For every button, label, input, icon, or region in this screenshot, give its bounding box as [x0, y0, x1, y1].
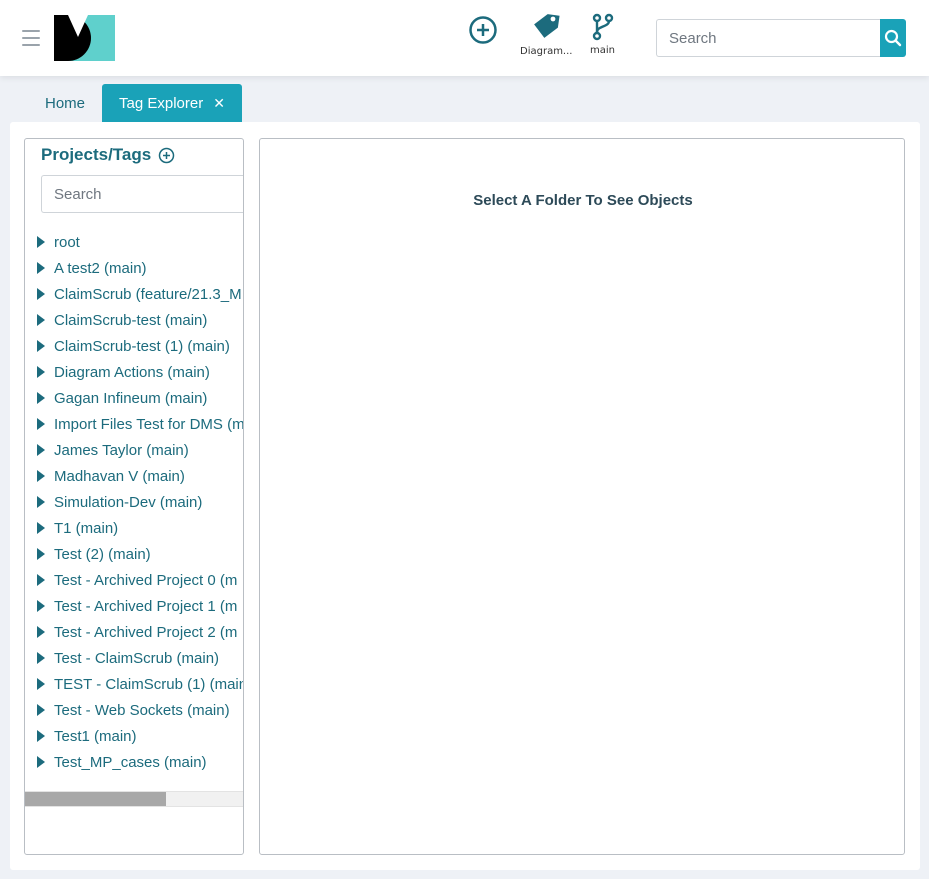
tree-item[interactable]: Diagram Actions (main): [37, 359, 243, 385]
tree-item-label: Test - Archived Project 1 (m: [54, 597, 238, 615]
tree-item-label: T1 (main): [54, 519, 119, 537]
tree-item[interactable]: Madhavan V (main): [37, 463, 243, 489]
tree-item-label: Diagram Actions (main): [54, 363, 210, 381]
tree-item[interactable]: Test - Archived Project 0 (m: [37, 567, 243, 593]
branch-button[interactable]: main: [590, 13, 615, 56]
diagram-label: Diagram...: [520, 46, 573, 57]
add-new-button[interactable]: [468, 15, 498, 45]
project-tree: root A test2 (main) ClaimScrub (feature/21…: [37, 229, 244, 775]
expand-caret-icon[interactable]: [37, 652, 45, 664]
tree-item-label: A test2 (main): [54, 259, 147, 277]
tree-item[interactable]: Test - Web Sockets (main): [37, 697, 243, 723]
expand-caret-icon[interactable]: [37, 756, 45, 768]
tree-item-label: Test - Web Sockets (main): [54, 701, 230, 719]
tree-item-label: Test1 (main): [54, 727, 137, 745]
tree-item[interactable]: TEST - ClaimScrub (1) (main: [37, 671, 244, 697]
expand-caret-icon[interactable]: [37, 288, 45, 300]
tree-item-label: Test - ClaimScrub (main): [54, 649, 220, 667]
tab-home-label: Home: [45, 94, 86, 112]
global-search-input[interactable]: [656, 19, 880, 57]
tab-home[interactable]: Home: [28, 84, 102, 122]
empty-state-message: Select A Folder To See Objects: [473, 192, 693, 209]
tree-search: [41, 175, 243, 213]
close-icon[interactable]: ✕: [213, 96, 225, 110]
expand-caret-icon[interactable]: [37, 548, 45, 560]
main-content: Projects/Tags root A test2 (main) ClaimScr…: [10, 122, 920, 870]
expand-caret-icon[interactable]: [37, 314, 45, 326]
expand-caret-icon[interactable]: [37, 418, 45, 430]
diagram-tag-button[interactable]: Diagram...: [520, 12, 572, 57]
tree-item[interactable]: ClaimScrub (feature/21.3_M: [37, 281, 243, 307]
dm-logo[interactable]: [54, 15, 115, 61]
tree-item-label: root: [54, 233, 80, 251]
tree-item-label: Test - Archived Project 0 (m: [54, 571, 238, 589]
tree-item-label: Gagan Infineum (main): [54, 389, 208, 407]
tree-item-label: Madhavan V (main): [54, 467, 185, 485]
tree-item[interactable]: Test - ClaimScrub (main): [37, 645, 243, 671]
search-icon: [884, 29, 902, 47]
tree-item[interactable]: Simulation-Dev (main): [37, 489, 243, 515]
tree-item[interactable]: Test (2) (main): [37, 541, 243, 567]
scrollbar-thumb[interactable]: [25, 792, 166, 806]
expand-caret-icon[interactable]: [37, 704, 45, 716]
tree-item[interactable]: James Taylor (main): [37, 437, 243, 463]
tree-item[interactable]: Test - Archived Project 2 (m: [37, 619, 243, 645]
tree-item-label: Test - Archived Project 2 (m: [54, 623, 238, 641]
tree-item[interactable]: Import Files Test for DMS (m: [37, 411, 244, 437]
tree-item[interactable]: T1 (main): [37, 515, 243, 541]
expand-caret-icon[interactable]: [37, 470, 45, 482]
tab-tag-explorer[interactable]: Tag Explorer ✕: [102, 84, 242, 122]
expand-caret-icon[interactable]: [37, 444, 45, 456]
tree-item-label: ClaimScrub-test (1) (main): [54, 337, 230, 355]
top-header: Diagram... main: [0, 0, 929, 76]
tree-item[interactable]: root: [37, 229, 243, 255]
tree-item[interactable]: ClaimScrub-test (1) (main): [37, 333, 243, 359]
expand-caret-icon[interactable]: [37, 366, 45, 378]
expand-caret-icon[interactable]: [37, 496, 45, 508]
tree-item[interactable]: A test2 (main): [37, 255, 243, 281]
tab-tag-explorer-label: Tag Explorer: [119, 94, 204, 112]
tree-item-label: ClaimScrub (feature/21.3_M: [54, 285, 242, 303]
tree-item-label: ClaimScrub-test (main): [54, 311, 208, 329]
hamburger-icon[interactable]: [22, 30, 40, 46]
expand-caret-icon[interactable]: [37, 730, 45, 742]
tree-item[interactable]: Test1 (main): [37, 723, 243, 749]
panel-title: Projects/Tags: [41, 145, 152, 164]
objects-panel: Select A Folder To See Objects: [259, 138, 905, 855]
tree-item[interactable]: Gagan Infineum (main): [37, 385, 243, 411]
horizontal-scrollbar[interactable]: [25, 791, 243, 807]
tree-item[interactable]: Test_MP_cases (main): [37, 749, 243, 775]
add-circle-icon: [469, 16, 497, 44]
global-search: [656, 19, 906, 57]
tree-item-label: Test_MP_cases (main): [54, 753, 207, 771]
expand-caret-icon[interactable]: [37, 392, 45, 404]
projects-panel-header: Projects/Tags: [41, 145, 175, 165]
tree-item[interactable]: Test - Archived Project 1 (m: [37, 593, 243, 619]
global-search-button[interactable]: [880, 19, 906, 57]
tab-bar: Home Tag Explorer ✕: [28, 84, 242, 122]
expand-caret-icon[interactable]: [37, 522, 45, 534]
tag-icon: [534, 14, 560, 38]
expand-caret-icon[interactable]: [37, 678, 45, 690]
branch-icon: [592, 13, 613, 41]
expand-caret-icon[interactable]: [37, 340, 45, 352]
tree-search-input[interactable]: [41, 175, 243, 213]
tree-item-label: Import Files Test for DMS (m: [54, 415, 244, 433]
tree-item-label: James Taylor (main): [54, 441, 189, 459]
expand-caret-icon[interactable]: [37, 262, 45, 274]
branch-label: main: [590, 45, 615, 56]
add-circle-icon[interactable]: [158, 147, 175, 164]
expand-caret-icon[interactable]: [37, 600, 45, 612]
projects-panel: Projects/Tags root A test2 (main) ClaimScr…: [24, 138, 244, 855]
tree-item-label: Simulation-Dev (main): [54, 493, 203, 511]
expand-caret-icon[interactable]: [37, 626, 45, 638]
tree-item-label: Test (2) (main): [54, 545, 151, 563]
tree-item-label: TEST - ClaimScrub (1) (main: [54, 675, 244, 693]
tree-item[interactable]: ClaimScrub-test (main): [37, 307, 243, 333]
expand-caret-icon[interactable]: [37, 236, 45, 248]
expand-caret-icon[interactable]: [37, 574, 45, 586]
